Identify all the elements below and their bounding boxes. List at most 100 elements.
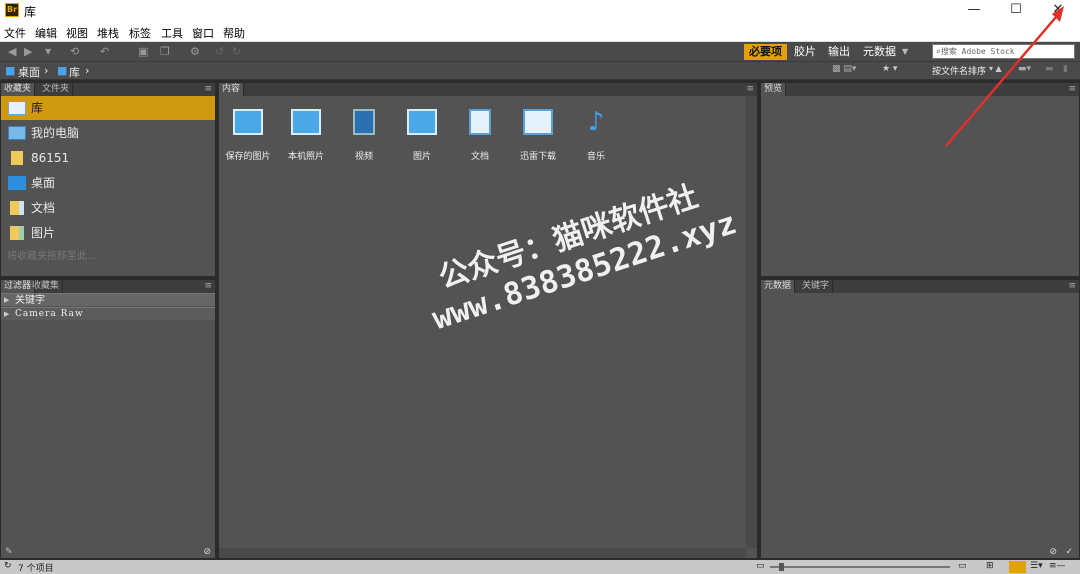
back-arrow-icon[interactable]: ◀ [8,45,16,59]
monitor-icon [407,109,437,135]
item-count: 7 个项目 [18,564,54,574]
tab-content[interactable]: 内容 [219,83,245,96]
thumbnail-size-slider[interactable] [770,566,950,568]
view-thumbnails-icon[interactable] [1009,561,1026,573]
workspace-filmstrip[interactable]: 胶片 [789,44,821,60]
menu-view[interactable]: 视图 [66,25,88,41]
recent-folder-icon[interactable]: ⟲ [70,45,79,59]
favorite-item-library[interactable]: 库 [1,96,215,120]
zoom-out-icon[interactable]: ▭ [756,561,765,571]
settings-gear-icon[interactable]: ⚙ [190,45,200,59]
no-entry-icon[interactable]: ⊘ [1049,547,1057,557]
metadata-tabs: 元数据 关键字 ≡ [761,280,1079,293]
expand-triangle-icon[interactable]: ▶ [4,294,9,307]
content-item-xunlei-downloads[interactable]: 迅雷下载 [509,105,567,162]
content-item-music[interactable]: ♪ 音乐 [567,105,625,162]
menu-tools[interactable]: 工具 [161,25,183,41]
content-vertical-scrollbar[interactable] [746,96,757,548]
favorite-label: 我的电脑 [31,126,80,140]
workspace-dropdown-icon[interactable]: ▼ [897,44,913,60]
clear-filter-icon[interactable]: ⊘ [203,547,211,557]
panel-menu-icon[interactable]: ≡ [204,280,212,292]
refine-icon[interactable]: ❐ [160,45,170,59]
panel-menu-icon[interactable]: ≡ [1068,280,1076,292]
favorite-label: 图片 [31,226,56,240]
favorites-tabs: 收藏夹 文件夹 ≡ [1,83,215,96]
tab-folders[interactable]: 文件夹 [39,83,74,96]
favorite-item-desktop[interactable]: 桌面 [1,171,215,195]
desktop-small-icon: ■ [5,64,16,77]
pin-icon[interactable]: ✎ [5,547,13,557]
panel-menu-icon[interactable]: ≡ [204,83,212,95]
camera-import-icon[interactable]: ▣ [138,45,148,59]
content-item-label: 保存的图片 [225,152,271,162]
document-icon [469,109,491,135]
computer-icon [8,126,26,140]
forward-arrow-icon[interactable]: ▶ [24,45,32,59]
rotate-right-icon[interactable]: ↻ [232,45,241,59]
content-item-saved-pictures[interactable]: 保存的图片 [219,105,277,162]
panel-menu-icon[interactable]: ≡ [746,83,754,95]
menu-edit[interactable]: 编辑 [35,25,57,41]
content-tabs: 内容 ≡ [219,83,757,96]
pictures-icon [10,226,24,240]
path-bar: ■ 桌面 › ■ 库 › ▩ ▤▾ ★ ▾ 按文件名排序 ▾ ▲ ▬▾ ▬ ▮ [0,62,1080,80]
favorite-item-documents[interactable]: 文档 [1,196,215,220]
star-filter-icon[interactable]: ★ ▾ [882,64,897,74]
monitor-icon [291,109,321,135]
menu-help[interactable]: 帮助 [223,25,245,41]
history-dropdown-icon[interactable]: ▼ [45,45,51,59]
zoom-in-icon[interactable]: ▭ [958,561,967,571]
content-item-documents[interactable]: 文档 [451,105,509,162]
apply-check-icon[interactable]: ✓ [1065,547,1073,557]
desktop-icon [8,176,26,190]
menu-label[interactable]: 标签 [129,25,151,41]
breadcrumb-chevron-icon: › [44,64,49,77]
filter-row-camera-raw[interactable]: ▶ Camera Raw [1,307,215,320]
documents-icon [10,201,24,215]
favorite-item-computer[interactable]: 我的电脑 [1,121,215,145]
filter-row-keywords[interactable]: ▶ 关键字 [1,293,215,306]
menu-window[interactable]: 窗口 [192,25,214,41]
workspace-output[interactable]: 输出 [823,44,855,60]
breadcrumb-chevron-icon[interactable]: › [85,64,89,77]
content-item-label: 迅雷下载 [519,152,556,162]
favorite-item-pictures[interactable]: 图片 [1,221,215,245]
workspace-metadata[interactable]: 元数据 [858,44,901,60]
content-item-videos[interactable]: 视频 [335,105,393,162]
view-list-icon[interactable]: ≡— [1049,561,1066,571]
expand-triangle-icon[interactable]: ▶ [4,308,10,321]
tab-keywords[interactable]: 关键字 [799,280,834,293]
download-icon [523,109,553,135]
filter-tabs: 过滤器 收藏集 ≡ [1,280,215,293]
content-item-pictures[interactable]: 图片 [393,105,451,162]
bridge-app-icon: Br [5,3,19,17]
lock-grid-icon[interactable]: ⊞ [986,561,994,571]
tab-preview[interactable]: 预览 [761,83,787,96]
content-item-local-photos[interactable]: 本机照片 [277,105,335,162]
favorite-label: 桌面 [31,176,56,190]
filter-panel: 过滤器 收藏集 ≡ ▶ 关键字 ▶ Camera Raw ✎ ⊘ [0,279,216,559]
content-item-label: 图片 [412,152,431,162]
content-horizontal-scrollbar[interactable] [219,548,746,558]
tab-collections[interactable]: 收藏集 [29,280,64,293]
content-item-label: 本机照片 [287,152,324,162]
breadcrumb-desktop[interactable]: 桌面 [18,64,40,80]
workspace-essentials[interactable]: 必要项 [744,44,787,60]
quality-icon[interactable]: ▩ ▤▾ [832,64,856,74]
filter-row-label: Camera Raw [15,309,84,319]
title-bar: Br 库 — ☐ ✕ [0,0,1080,22]
content-item-label: 音乐 [586,152,605,162]
rotate-left-icon[interactable]: ↺ [215,45,224,59]
video-icon [353,109,375,135]
tab-favorites[interactable]: 收藏夹 [1,83,36,96]
rotate-icon[interactable]: ↶ [100,45,109,59]
tab-metadata[interactable]: 元数据 [761,280,796,293]
favorite-item-user[interactable]: 86151 [1,146,215,170]
view-details-icon[interactable]: ☰▾ [1030,561,1043,571]
slider-thumb[interactable] [779,563,784,571]
refresh-icon[interactable]: ↻ [4,561,12,571]
menu-file[interactable]: 文件 [4,25,26,41]
breadcrumb-library[interactable]: 库 [69,64,80,80]
menu-stack[interactable]: 堆栈 [97,25,119,41]
